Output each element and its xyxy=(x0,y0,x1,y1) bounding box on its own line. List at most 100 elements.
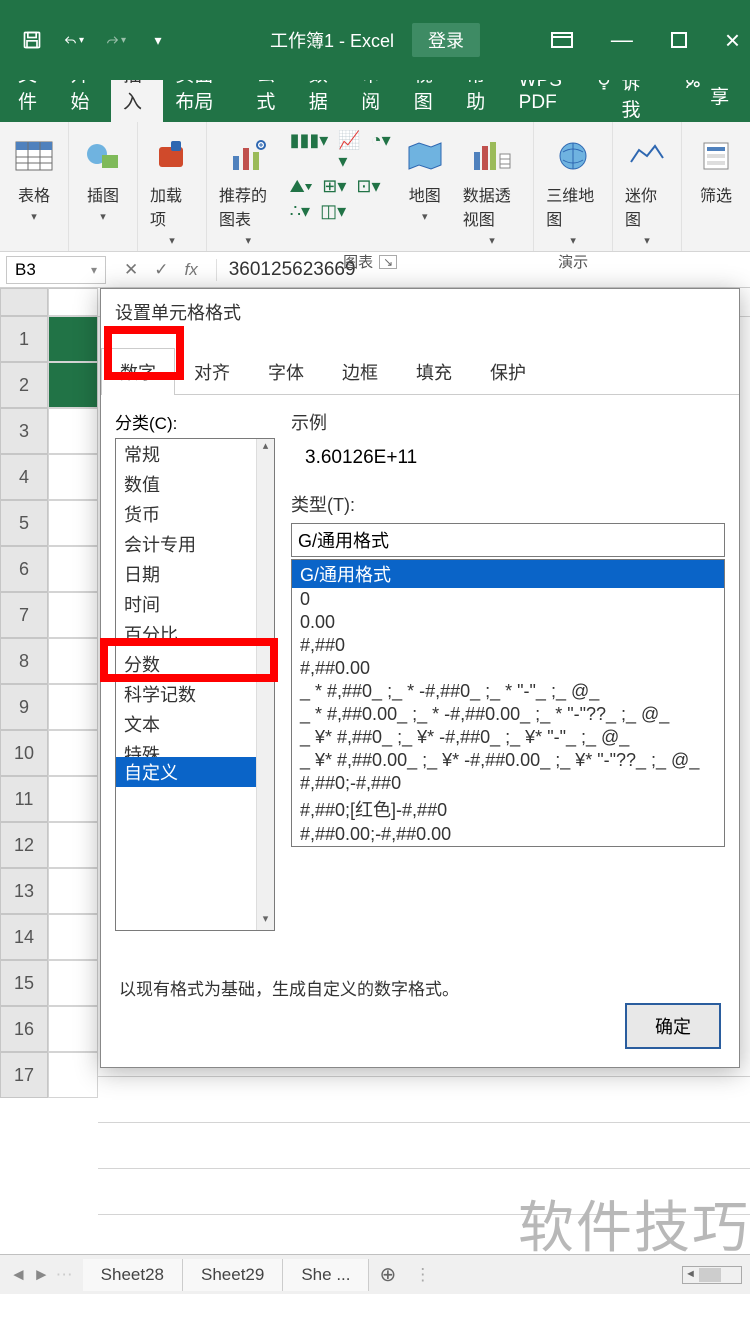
line-chart-icon[interactable]: 📈▾ xyxy=(338,130,360,172)
ribbon-display-icon[interactable] xyxy=(551,32,573,48)
row-header[interactable]: 10 xyxy=(0,730,48,776)
category-item[interactable]: 日期 xyxy=(116,559,274,589)
bar-chart-icon[interactable]: ▮▮▮▾ xyxy=(290,130,329,172)
save-icon[interactable] xyxy=(22,30,42,50)
ok-button[interactable]: 确定 xyxy=(625,1003,721,1049)
row-header[interactable]: 5 xyxy=(0,500,48,546)
accept-formula-icon[interactable]: ✓ xyxy=(154,260,168,280)
recommended-charts-button[interactable]: 推荐的图表 xyxy=(215,130,282,251)
category-item[interactable]: 常规 xyxy=(116,439,274,469)
tables-button[interactable]: 表格 xyxy=(8,130,60,227)
charts-dialog-launcher-icon[interactable]: ↘ xyxy=(379,255,397,269)
type-item[interactable]: #,##0;[红色]-#,##0 xyxy=(292,795,724,823)
add-sheet-icon[interactable]: ⊕ xyxy=(369,1262,406,1287)
type-item[interactable]: _ * #,##0.00_ ;_ * -#,##0.00_ ;_ * "-"??… xyxy=(292,703,724,726)
dlg-tab-font[interactable]: 字体 xyxy=(249,348,323,395)
sheet-tab-bar: ◄ ► ⋯ Sheet28 Sheet29 She ... ⊕ ⋮ xyxy=(0,1254,750,1294)
type-item[interactable]: 0 xyxy=(292,588,724,611)
type-item[interactable]: _ ¥* #,##0_ ;_ ¥* -#,##0_ ;_ ¥* "-"_ ;_ … xyxy=(292,726,724,749)
category-item[interactable]: 货币 xyxy=(116,499,274,529)
table-icon xyxy=(12,134,56,178)
row-header[interactable]: 6 xyxy=(0,546,48,592)
name-box[interactable]: B3▾ xyxy=(6,256,106,284)
category-item[interactable]: 数值 xyxy=(116,469,274,499)
filter-button[interactable]: 筛选 xyxy=(690,130,742,210)
type-item[interactable]: #,##0;-#,##0 xyxy=(292,772,724,795)
dialog-title: 设置单元格格式 xyxy=(101,289,739,335)
sample-label: 示例 xyxy=(291,409,725,435)
type-label: 类型(T): xyxy=(291,491,725,517)
category-scrollbar[interactable]: ▴▾ xyxy=(256,439,274,930)
row-header[interactable]: 17 xyxy=(0,1052,48,1098)
row-header[interactable]: 3 xyxy=(0,408,48,454)
row-header[interactable]: 15 xyxy=(0,960,48,1006)
select-all-corner[interactable] xyxy=(0,288,48,316)
type-item[interactable]: #,##0.00 xyxy=(292,657,724,680)
formula-input[interactable]: 360125623669 xyxy=(216,259,750,281)
stat-chart-icon[interactable]: ⊡▾ xyxy=(356,176,380,197)
type-item[interactable]: _ * #,##0_ ;_ * -#,##0_ ;_ * "-"_ ;_ @_ xyxy=(292,680,724,703)
area-chart-icon[interactable]: ⛰▾ xyxy=(290,176,313,197)
maps-button[interactable]: 地图 xyxy=(399,130,451,227)
dlg-tab-protect[interactable]: 保护 xyxy=(471,348,545,395)
dlg-tab-align[interactable]: 对齐 xyxy=(175,348,249,395)
minimize-icon[interactable]: — xyxy=(611,27,633,53)
login-button[interactable]: 登录 xyxy=(412,23,480,57)
scatter-chart-icon[interactable]: ∴▾ xyxy=(290,201,311,222)
row-header[interactable]: 4 xyxy=(0,454,48,500)
pie-chart-icon[interactable]: ◔▾ xyxy=(371,130,391,172)
row-header[interactable]: 1 xyxy=(0,316,48,362)
row-header[interactable]: 16 xyxy=(0,1006,48,1052)
category-item[interactable]: 会计专用 xyxy=(116,529,274,559)
row-header[interactable]: 11 xyxy=(0,776,48,822)
horizontal-scrollbar[interactable] xyxy=(682,1266,742,1284)
cancel-formula-icon[interactable]: ✕ xyxy=(124,260,138,280)
type-list[interactable]: G/通用格式 0 0.00 #,##0 #,##0.00 _ * #,##0_ … xyxy=(291,559,725,847)
addins-button[interactable]: 加载项 xyxy=(146,130,198,251)
qat-customize-icon[interactable]: ▾ xyxy=(148,30,168,50)
category-item-selected[interactable]: 自定义 xyxy=(116,757,274,787)
sheet-tab[interactable]: Sheet28 xyxy=(83,1259,183,1291)
illustrations-button[interactable]: 插图 xyxy=(77,130,129,227)
row-header[interactable]: 13 xyxy=(0,868,48,914)
chart-gallery[interactable]: ▮▮▮▾📈▾ ◔▾ ⛰▾ ⊞▾ ⊡▾ ∴▾ ◫▾ xyxy=(290,130,391,222)
type-item[interactable]: _ ¥* #,##0.00_ ;_ ¥* -#,##0.00_ ;_ ¥* "-… xyxy=(292,749,724,772)
category-item[interactable]: 分数 xyxy=(116,649,274,679)
3dmap-button[interactable]: 三维地图 xyxy=(542,130,604,251)
row-header[interactable]: 2 xyxy=(0,362,48,408)
row-header[interactable]: 9 xyxy=(0,684,48,730)
category-list[interactable]: 常规 数值 货币 会计专用 日期 时间 百分比 分数 科学记数 文本 特殊 自定… xyxy=(115,438,275,931)
sheet-tab[interactable]: She ... xyxy=(283,1259,369,1291)
dlg-tab-number[interactable]: 数字 xyxy=(101,348,175,395)
close-icon[interactable]: × xyxy=(725,25,740,56)
category-item[interactable]: 文本 xyxy=(116,709,274,739)
type-item[interactable]: #,##0.00;-#,##0.00 xyxy=(292,823,724,846)
row-header[interactable]: 14 xyxy=(0,914,48,960)
category-item[interactable]: 科学记数 xyxy=(116,679,274,709)
row-header[interactable]: 8 xyxy=(0,638,48,684)
type-item[interactable]: 0.00 xyxy=(292,611,724,634)
redo-icon[interactable]: ▾ xyxy=(106,30,126,50)
type-input[interactable]: G/通用格式 xyxy=(291,523,725,557)
pivotchart-button[interactable]: 数据透视图 xyxy=(459,130,526,251)
type-item[interactable]: #,##0 xyxy=(292,634,724,657)
category-item[interactable]: 时间 xyxy=(116,589,274,619)
category-item[interactable]: 特殊 xyxy=(116,739,274,757)
combo-chart-icon[interactable]: ◫▾ xyxy=(320,201,346,222)
tab-scroll-left-icon[interactable]: ◄ xyxy=(10,1265,27,1285)
category-item[interactable]: 百分比 xyxy=(116,619,274,649)
tab-scroll-right-icon[interactable]: ► xyxy=(33,1265,50,1285)
sparklines-button[interactable]: 迷你图 xyxy=(621,130,673,251)
maximize-icon[interactable] xyxy=(671,32,687,48)
addins-icon xyxy=(150,134,194,178)
dlg-tab-fill[interactable]: 填充 xyxy=(397,348,471,395)
hierarchy-chart-icon[interactable]: ⊞▾ xyxy=(322,176,346,197)
dlg-tab-border[interactable]: 边框 xyxy=(323,348,397,395)
globe-icon xyxy=(551,134,595,178)
row-header[interactable]: 12 xyxy=(0,822,48,868)
row-header[interactable]: 7 xyxy=(0,592,48,638)
undo-icon[interactable]: ▾ xyxy=(64,30,84,50)
sheet-tab[interactable]: Sheet29 xyxy=(183,1259,283,1291)
fx-icon[interactable]: fx xyxy=(185,260,198,280)
type-item-selected[interactable]: G/通用格式 xyxy=(292,560,724,588)
